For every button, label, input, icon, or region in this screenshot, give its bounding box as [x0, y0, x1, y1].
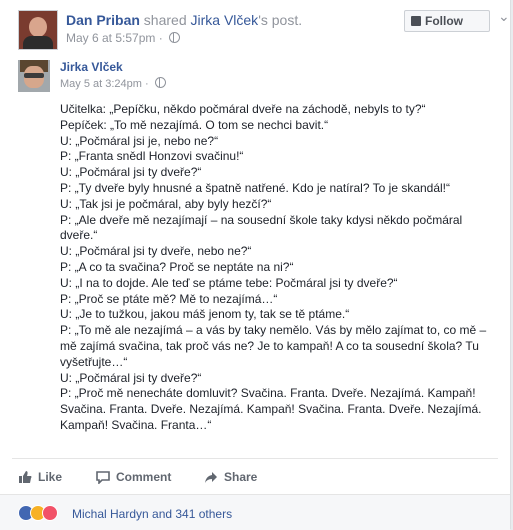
- chevron-down-icon[interactable]: ⌄: [498, 8, 510, 25]
- shared-author-link[interactable]: Jirka Vlček: [60, 60, 123, 74]
- post-line: P: „Proč se ptáte mě? Mě to nezajímá…“: [60, 291, 278, 306]
- post-body: Učitelka: „Pepíčku, někdo počmáral dveře…: [60, 102, 500, 434]
- shared-timestamp[interactable]: May 5 at 3:24pm: [60, 78, 142, 90]
- shared-label: shared: [143, 12, 187, 28]
- follow-icon: [411, 16, 421, 26]
- post-line: P: „Franta snědl Honzovi svačinu!“: [60, 149, 244, 164]
- sharer-name-link[interactable]: Dan Priban: [66, 12, 140, 28]
- post-line: U: „I na to dojde. Ale teď se ptáme tebe…: [60, 275, 398, 290]
- post-line: U: „Tak jsi je počmáral, aby byly hezčí?…: [60, 196, 272, 211]
- post-actions: Like Comment Share: [18, 470, 478, 488]
- shared-post: Jirka Vlček May 5 at 3:24pm · Učitelka: …: [18, 56, 492, 456]
- post-line: P: „Proč mě nenecháte domluvit? Svačina.…: [60, 386, 482, 432]
- meta-separator: ·: [145, 78, 149, 90]
- meta-separator: ·: [158, 31, 163, 45]
- public-globe-icon[interactable]: [154, 77, 166, 88]
- public-globe-icon[interactable]: [169, 32, 181, 43]
- reaction-summary-link[interactable]: Michal Hardyn and 341 others: [72, 507, 232, 521]
- post-line: U: „Počmáral jsi ty dveře, nebo ne?“: [60, 244, 252, 259]
- post-line: Učitelka: „Pepíčku, někdo počmáral dveře…: [60, 102, 426, 116]
- post-suffix: 's post.: [258, 12, 303, 28]
- shared-post-meta: May 5 at 3:24pm ·: [60, 77, 166, 90]
- post-line: P: „Ale dveře mě nezajímají – na sousedn…: [60, 212, 463, 243]
- reactions-bar: Michal Hardyn and 341 others: [0, 494, 510, 530]
- post-line: P: „A co ta svačina? Proč se neptáte na …: [60, 259, 294, 274]
- comment-icon: [96, 471, 110, 484]
- post-line: P: „To mě ale nezajímá – a vás by taky n…: [60, 323, 487, 369]
- love-reaction-icon[interactable]: [42, 505, 58, 521]
- post-line: U: „Počmáral jsi je, nebo ne?“: [60, 133, 219, 148]
- like-label: Like: [38, 470, 63, 484]
- post-header: Dan Priban shared Jirka Vlček's post. Ma…: [18, 8, 510, 50]
- share-arrow-icon: [205, 472, 217, 483]
- comment-button[interactable]: Comment: [96, 470, 171, 484]
- post-line: U: „Počmáral jsi ty dveře?“: [60, 165, 202, 180]
- like-button[interactable]: Like: [18, 470, 62, 484]
- post-line: U: „Je to tužkou, jakou máš jenom ty, ta…: [60, 307, 350, 322]
- post-timestamp[interactable]: May 6 at 5:57pm: [66, 31, 155, 45]
- share-button[interactable]: Share: [204, 470, 257, 484]
- share-label: Share: [224, 470, 258, 484]
- divider: [12, 458, 498, 459]
- follow-label: Follow: [425, 14, 463, 28]
- post-line: U: „Počmáral jsi ty dveře?“: [60, 370, 202, 385]
- post-line: P: „Ty dveře byly hnusné a špatně natřen…: [60, 180, 451, 195]
- follow-button[interactable]: Follow: [404, 10, 490, 32]
- comment-label: Comment: [116, 470, 172, 484]
- thumbs-up-icon: [19, 471, 32, 483]
- avatar[interactable]: [18, 60, 50, 92]
- feed-post-card: Dan Priban shared Jirka Vlček's post. Ma…: [0, 0, 511, 530]
- original-author-link[interactable]: Jirka Vlček: [191, 12, 259, 28]
- reaction-icons[interactable]: [18, 505, 72, 521]
- post-meta: May 6 at 5:57pm ·: [66, 31, 181, 45]
- post-title: Dan Priban shared Jirka Vlček's post.: [66, 12, 302, 28]
- post-line: Pepíček: „To mě nezajímá. O tom se nechc…: [60, 117, 329, 132]
- avatar[interactable]: [18, 10, 58, 50]
